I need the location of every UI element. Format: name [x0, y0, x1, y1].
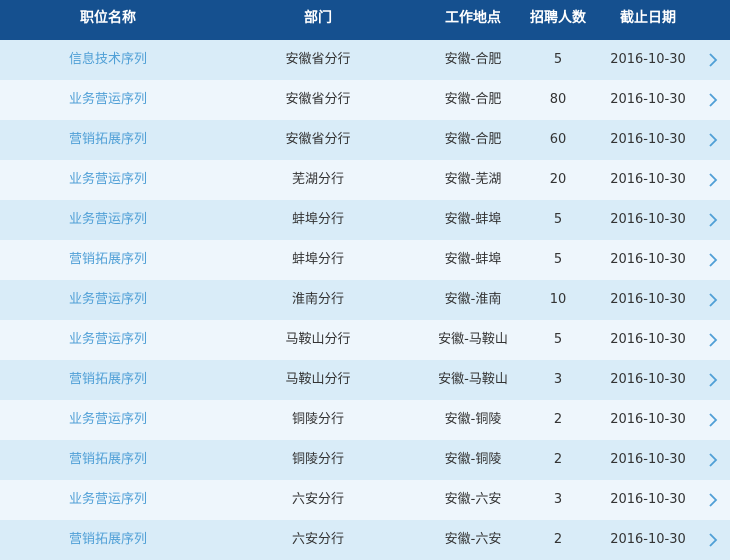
job-position-link[interactable]: 营销拓展序列 — [38, 120, 178, 160]
deadline-cell: 2016-10-30 — [610, 412, 686, 427]
job-listing-table: 职位名称 部门 工作地点 招聘人数 截止日期 信息技术序列 安徽省分行 安徽-合肥 5… — [0, 0, 730, 560]
chevron-right-icon[interactable] — [706, 332, 720, 348]
table-row[interactable]: 业务营运序列 铜陵分行 安徽-铜陵 2 2016-10-30 — [0, 400, 730, 440]
department-cell: 铜陵分行 — [291, 412, 344, 427]
location-cell: 安徽-六安 — [444, 532, 502, 547]
table-row[interactable]: 营销拓展序列 安徽省分行 安徽-合肥 60 2016-10-30 — [0, 120, 730, 160]
chevron-right-icon[interactable] — [706, 492, 720, 508]
chevron-right-icon[interactable] — [706, 52, 720, 68]
chevron-right-icon[interactable] — [706, 252, 720, 268]
chevron-right-icon[interactable] — [706, 532, 720, 548]
job-position-link[interactable]: 业务营运序列 — [38, 80, 178, 120]
headcount-cell: 3 — [553, 492, 563, 507]
department-cell: 淮南分行 — [291, 292, 344, 307]
chevron-right-icon[interactable] — [706, 132, 720, 148]
table-row[interactable]: 营销拓展序列 马鞍山分行 安徽-马鞍山 3 2016-10-30 — [0, 360, 730, 400]
headcount-cell: 2 — [553, 452, 563, 467]
table-row[interactable]: 信息技术序列 安徽省分行 安徽-合肥 5 2016-10-30 — [0, 40, 730, 80]
job-position-link[interactable]: 营销拓展序列 — [38, 440, 178, 480]
table-header: 职位名称 部门 工作地点 招聘人数 截止日期 — [0, 0, 730, 40]
column-header-location: 工作地点 — [445, 10, 501, 26]
department-cell: 六安分行 — [291, 532, 344, 547]
table-body: 信息技术序列 安徽省分行 安徽-合肥 5 2016-10-30 业务营运序列 安徽省分行 安徽… — [0, 40, 730, 560]
department-cell: 安徽省分行 — [285, 92, 351, 107]
deadline-cell: 2016-10-30 — [610, 332, 686, 347]
department-cell: 蚌埠分行 — [291, 252, 344, 267]
department-cell: 安徽省分行 — [285, 132, 351, 147]
deadline-cell: 2016-10-30 — [610, 492, 686, 507]
location-cell: 安徽-马鞍山 — [438, 372, 508, 387]
headcount-cell: 10 — [549, 292, 567, 307]
department-cell: 蚌埠分行 — [291, 212, 344, 227]
deadline-cell: 2016-10-30 — [610, 252, 686, 267]
location-cell: 安徽-铜陵 — [444, 452, 502, 467]
job-position-link[interactable]: 业务营运序列 — [38, 280, 178, 320]
location-cell: 安徽-马鞍山 — [438, 332, 508, 347]
location-cell: 安徽-淮南 — [444, 292, 502, 307]
location-cell: 安徽-合肥 — [444, 92, 502, 107]
deadline-cell: 2016-10-30 — [610, 52, 686, 67]
chevron-right-icon[interactable] — [706, 212, 720, 228]
headcount-cell: 5 — [553, 332, 563, 347]
chevron-right-icon[interactable] — [706, 452, 720, 468]
job-position-link[interactable]: 营销拓展序列 — [38, 240, 178, 280]
location-cell: 安徽-芜湖 — [444, 172, 502, 187]
department-cell: 六安分行 — [291, 492, 344, 507]
table-row[interactable]: 业务营运序列 安徽省分行 安徽-合肥 80 2016-10-30 — [0, 80, 730, 120]
headcount-cell: 5 — [553, 252, 563, 267]
department-cell: 芜湖分行 — [291, 172, 344, 187]
table-row[interactable]: 业务营运序列 淮南分行 安徽-淮南 10 2016-10-30 — [0, 280, 730, 320]
column-header-headcount: 招聘人数 — [530, 10, 586, 26]
deadline-cell: 2016-10-30 — [610, 92, 686, 107]
table-row[interactable]: 营销拓展序列 六安分行 安徽-六安 2 2016-10-30 — [0, 520, 730, 560]
job-position-link[interactable]: 业务营运序列 — [38, 400, 178, 440]
location-cell: 安徽-六安 — [444, 492, 502, 507]
job-position-link[interactable]: 业务营运序列 — [38, 160, 178, 200]
deadline-cell: 2016-10-30 — [610, 212, 686, 227]
table-row[interactable]: 业务营运序列 芜湖分行 安徽-芜湖 20 2016-10-30 — [0, 160, 730, 200]
chevron-right-icon[interactable] — [706, 412, 720, 428]
table-row[interactable]: 营销拓展序列 铜陵分行 安徽-铜陵 2 2016-10-30 — [0, 440, 730, 480]
headcount-cell: 5 — [553, 52, 563, 67]
location-cell: 安徽-蚌埠 — [444, 212, 502, 227]
deadline-cell: 2016-10-30 — [610, 372, 686, 387]
headcount-cell: 2 — [553, 412, 563, 427]
department-cell: 马鞍山分行 — [285, 372, 351, 387]
location-cell: 安徽-铜陵 — [444, 412, 502, 427]
department-cell: 马鞍山分行 — [285, 332, 351, 347]
job-position-link[interactable]: 业务营运序列 — [38, 480, 178, 520]
job-position-link[interactable]: 营销拓展序列 — [38, 520, 178, 560]
deadline-cell: 2016-10-30 — [610, 532, 686, 547]
deadline-cell: 2016-10-30 — [610, 452, 686, 467]
deadline-cell: 2016-10-30 — [610, 172, 686, 187]
location-cell: 安徽-合肥 — [444, 132, 502, 147]
deadline-cell: 2016-10-30 — [610, 132, 686, 147]
column-header-position: 职位名称 — [80, 10, 136, 26]
headcount-cell: 5 — [553, 212, 563, 227]
job-position-link[interactable]: 业务营运序列 — [38, 200, 178, 240]
chevron-right-icon[interactable] — [706, 292, 720, 308]
chevron-right-icon[interactable] — [706, 92, 720, 108]
headcount-cell: 80 — [549, 92, 567, 107]
table-row[interactable]: 营销拓展序列 蚌埠分行 安徽-蚌埠 5 2016-10-30 — [0, 240, 730, 280]
department-cell: 安徽省分行 — [285, 52, 351, 67]
table-row[interactable]: 业务营运序列 蚌埠分行 安徽-蚌埠 5 2016-10-30 — [0, 200, 730, 240]
table-row[interactable]: 业务营运序列 马鞍山分行 安徽-马鞍山 5 2016-10-30 — [0, 320, 730, 360]
job-position-link[interactable]: 信息技术序列 — [38, 40, 178, 80]
chevron-right-icon[interactable] — [706, 372, 720, 388]
location-cell: 安徽-合肥 — [444, 52, 502, 67]
column-header-department: 部门 — [304, 10, 332, 26]
chevron-right-icon[interactable] — [706, 172, 720, 188]
job-position-link[interactable]: 营销拓展序列 — [38, 360, 178, 400]
deadline-cell: 2016-10-30 — [610, 292, 686, 307]
headcount-cell: 2 — [553, 532, 563, 547]
column-header-deadline: 截止日期 — [620, 10, 676, 26]
department-cell: 铜陵分行 — [291, 452, 344, 467]
headcount-cell: 20 — [549, 172, 567, 187]
job-position-link[interactable]: 业务营运序列 — [38, 320, 178, 360]
headcount-cell: 3 — [553, 372, 563, 387]
table-row[interactable]: 业务营运序列 六安分行 安徽-六安 3 2016-10-30 — [0, 480, 730, 520]
location-cell: 安徽-蚌埠 — [444, 252, 502, 267]
headcount-cell: 60 — [549, 132, 567, 147]
